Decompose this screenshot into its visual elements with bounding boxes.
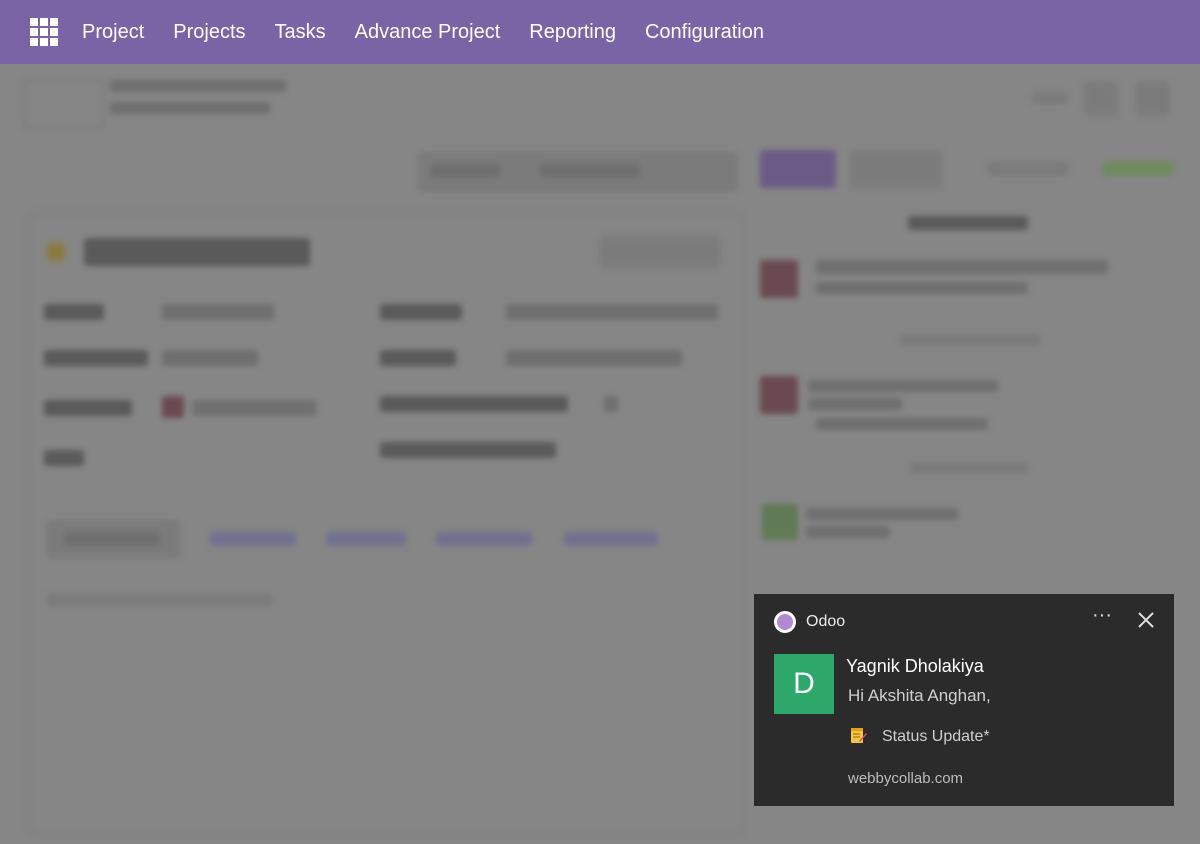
menu-item-projects[interactable]: Projects [173, 21, 245, 44]
menu-item-project[interactable]: Project [82, 21, 144, 44]
notification-app-name: Odoo [806, 613, 846, 630]
odoo-logo-icon [774, 611, 796, 633]
menu-item-advance-project[interactable]: Advance Project [355, 21, 501, 44]
notification-subject: Status Update* [882, 728, 990, 745]
grid-icon[interactable] [30, 18, 58, 46]
close-icon[interactable] [1134, 608, 1158, 632]
desktop-notification[interactable]: Odoo ··· D Yagnik Dholakiya Hi Akshita A… [754, 594, 1174, 806]
main-menu: Project Projects Tasks Advance Project R… [82, 21, 793, 44]
more-options-icon[interactable]: ··· [1088, 605, 1116, 632]
memo-icon [848, 725, 868, 745]
menu-item-reporting[interactable]: Reporting [529, 21, 616, 44]
menu-item-tasks[interactable]: Tasks [275, 21, 326, 44]
notification-sender: Yagnik Dholakiya [846, 656, 984, 676]
top-navbar: Project Projects Tasks Advance Project R… [0, 0, 1200, 64]
menu-item-configuration[interactable]: Configuration [645, 21, 764, 44]
notification-greeting: Hi Akshita Anghan, [848, 686, 991, 705]
notification-source: webbycollab.com [848, 770, 964, 787]
sender-avatar: D [774, 654, 834, 714]
